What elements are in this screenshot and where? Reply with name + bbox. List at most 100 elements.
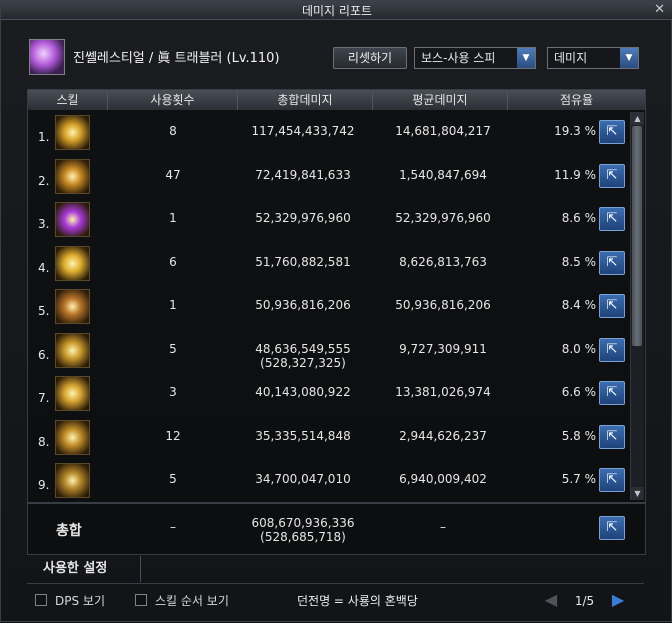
table-row: 5. 1 50,936,816,206 50,936,816,206 8.4 % ⇱	[28, 286, 628, 330]
window-title: 데미지 리포트	[301, 4, 373, 18]
share-icon[interactable]: ⇱	[599, 468, 625, 492]
row-total-sub: (528,327,325)	[260, 355, 346, 370]
row-total: 50,936,816,206	[233, 298, 373, 312]
scrollbar[interactable]: ▲ ▼	[630, 112, 644, 500]
row-rank: 4.	[38, 260, 50, 275]
row-rank: 3.	[38, 217, 50, 231]
settings-label[interactable]: 사용한 설정	[31, 556, 141, 582]
row-total-value: 35,335,514,848	[255, 428, 351, 443]
prev-page-icon[interactable]: ◀	[541, 590, 561, 609]
col-total[interactable]: 총합데미지	[238, 90, 373, 110]
skill-order-checkbox[interactable]	[135, 594, 147, 606]
row-share: 5.8 %	[561, 428, 596, 443]
row-rank: 7.	[38, 391, 50, 405]
row-count: 12	[165, 428, 181, 443]
title-bar[interactable]: 데미지 리포트 ✕	[1, 1, 672, 20]
share-icon[interactable]: ⇱	[599, 294, 625, 318]
row-total-value: 117,454,433,742	[251, 124, 355, 138]
table-row: 7. 3 40,143,080,922 13,381,026,974 6.6 % ⇱	[28, 373, 628, 417]
close-icon[interactable]: ✕	[654, 2, 665, 17]
row-rank: 5.	[38, 304, 50, 318]
skill-icon[interactable]	[55, 463, 90, 498]
row-total-value: 40,143,080,922	[255, 385, 351, 399]
skill-icon[interactable]	[55, 158, 90, 194]
share-icon[interactable]: ⇱	[599, 337, 625, 362]
row-total: 52,329,976,960	[233, 211, 373, 225]
row-rank: 9.	[38, 478, 50, 492]
row-share: 8.6 %	[561, 211, 596, 225]
share-icon[interactable]: ⇱	[599, 381, 625, 405]
row-rank: 8.	[38, 434, 50, 449]
skill-icon[interactable]	[55, 332, 90, 368]
table-row: 1. 8 117,454,433,742 14,681,804,217 19.3 % ⇱	[28, 112, 628, 156]
row-share: 8.4 %	[561, 298, 596, 312]
reset-button[interactable]: 리셋하기	[333, 47, 407, 69]
table-row: 8. 12 35,335,514,848 2,944,626,237 5.8 % ⇱	[28, 417, 628, 461]
dps-label: DPS 보기	[55, 594, 105, 608]
share-icon[interactable]: ⇱	[599, 120, 625, 144]
scroll-thumb[interactable]	[632, 126, 642, 346]
row-avg: 6,940,009,402	[399, 472, 487, 486]
metric-select-value: 데미지	[554, 51, 588, 65]
avatar	[29, 39, 65, 75]
share-icon[interactable]: ⇱	[599, 250, 625, 275]
dps-checkbox[interactable]	[35, 594, 47, 606]
row-count: 6	[169, 254, 177, 269]
row-count: 8	[169, 124, 177, 138]
col-skill[interactable]: 스킬	[28, 90, 108, 110]
row-share: 5.7 %	[561, 472, 596, 486]
row-total-value: 51,760,882,581	[255, 254, 351, 269]
share-icon[interactable]: ⇱	[599, 516, 625, 540]
row-count: 3	[169, 385, 177, 399]
row-avg: 9,727,309,911	[399, 341, 487, 356]
row-total: 35,335,514,848	[233, 429, 373, 443]
row-share: 8.5 %	[561, 254, 596, 269]
col-avg[interactable]: 평균데미지	[373, 90, 508, 110]
row-share: 11.9 %	[554, 167, 596, 182]
row-avg: 50,936,816,206	[395, 298, 491, 312]
row-share: 6.6 %	[561, 385, 596, 399]
skill-icon[interactable]	[55, 202, 90, 237]
row-total-value: 72,419,841,633	[255, 167, 351, 182]
dungeon-select-value: 보스-사용 스피	[421, 51, 496, 65]
scroll-down-icon[interactable]: ▼	[631, 487, 644, 500]
row-avg: 13,381,026,974	[395, 385, 491, 399]
skill-icon[interactable]	[55, 376, 90, 411]
share-icon[interactable]: ⇱	[599, 163, 625, 188]
row-total: 40,143,080,922	[233, 385, 373, 399]
table-row: 4. 6 51,760,882,581 8,626,813,763 8.5 % ⇱	[28, 243, 628, 287]
table-row: 3. 1 52,329,976,960 52,329,976,960 8.6 % ⇱	[28, 199, 628, 243]
summary-total-value: 608,670,936,336	[251, 516, 355, 530]
col-count[interactable]: 사용횟수	[108, 90, 238, 110]
summary-count: –	[170, 520, 176, 534]
scroll-up-icon[interactable]: ▲	[631, 112, 644, 125]
row-share: 8.0 %	[561, 341, 596, 356]
row-rank: 1.	[38, 130, 50, 144]
row-total-value: 34,700,047,010	[255, 472, 351, 486]
row-avg: 14,681,804,217	[395, 124, 491, 138]
row-avg: 52,329,976,960	[395, 211, 491, 225]
skill-table: 스킬 사용횟수 총합데미지 평균데미지 점유율 1. 8 117,454,433,7…	[27, 89, 646, 503]
next-page-icon[interactable]: ▶	[608, 590, 628, 609]
chevron-down-icon: ▼	[620, 48, 638, 68]
row-avg: 8,626,813,763	[399, 254, 487, 269]
row-count: 1	[169, 211, 177, 225]
share-icon[interactable]: ⇱	[599, 424, 625, 449]
skill-icon[interactable]	[55, 245, 90, 281]
skill-icon[interactable]	[55, 115, 90, 150]
dungeon-select[interactable]: 보스-사용 스피 ▼	[414, 47, 536, 69]
skill-icon[interactable]	[55, 289, 90, 324]
damage-report-window: 데미지 리포트 ✕ 진쎌레스티얼 / 眞 트래블러 (Lv.110) 리셋하기 …	[0, 0, 672, 622]
col-share[interactable]: 점유율	[508, 90, 645, 110]
summary-total-sub: (528,685,718)	[260, 530, 346, 544]
table-row: 6. 5 48,636,549,555 (528,327,325) 9,727,309,…	[28, 330, 628, 374]
table-body: 1. 8 117,454,433,742 14,681,804,217 19.3 % ⇱ 2…	[28, 112, 628, 502]
chevron-down-icon: ▼	[517, 48, 535, 68]
metric-select[interactable]: 데미지 ▼	[547, 47, 639, 69]
share-icon[interactable]: ⇱	[599, 207, 625, 231]
row-total-value: 52,329,976,960	[255, 211, 351, 225]
footer: DPS 보기 스킬 순서 보기 던전명 = 사룡의 혼백당 ◀ 1/5 ▶	[1, 586, 672, 623]
row-rank: 6.	[38, 347, 50, 362]
row-total-value: 50,936,816,206	[255, 298, 351, 312]
skill-icon[interactable]	[55, 419, 90, 455]
